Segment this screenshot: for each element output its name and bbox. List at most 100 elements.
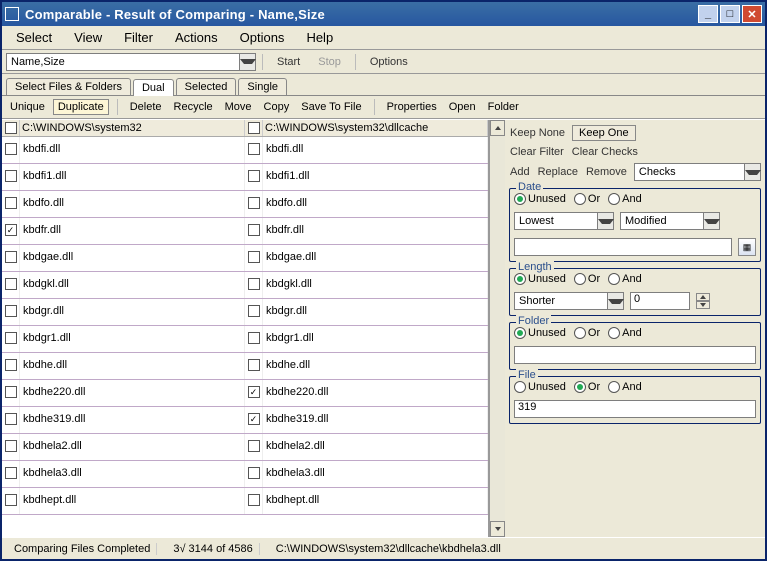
save-to-file-button[interactable]: Save To File: [297, 100, 365, 114]
replace-link[interactable]: Replace: [537, 165, 579, 179]
table-row[interactable]: kbdgr.dllkbdgr.dll: [2, 299, 488, 326]
row-left-file[interactable]: kbdhela3.dll: [20, 461, 245, 487]
row-check-left[interactable]: [2, 488, 20, 514]
move-button[interactable]: Move: [221, 100, 256, 114]
table-row[interactable]: kbdfi.dll kbdfi.dll: [2, 137, 488, 164]
row-check-left[interactable]: [2, 434, 20, 460]
table-row[interactable]: kbdhe.dllkbdhe.dll: [2, 353, 488, 380]
header-right-path[interactable]: C:\WINDOWS\system32\dllcache: [263, 120, 488, 136]
row-right-file[interactable]: kbdhe319.dll: [263, 407, 488, 433]
remove-link[interactable]: Remove: [585, 165, 628, 179]
start-button[interactable]: Start: [269, 54, 308, 70]
row-check-right[interactable]: [245, 434, 263, 460]
row-check-left[interactable]: [2, 299, 20, 325]
length-type-combo[interactable]: Shorter: [514, 292, 624, 310]
length-radio-and[interactable]: And: [608, 273, 642, 285]
folder-radio-unused[interactable]: Unused: [514, 327, 566, 339]
row-check-right[interactable]: [245, 461, 263, 487]
menu-actions[interactable]: Actions: [165, 28, 228, 47]
menu-select[interactable]: Select: [6, 28, 62, 47]
delete-button[interactable]: Delete: [126, 100, 166, 114]
folder-button[interactable]: Folder: [484, 100, 523, 114]
date-radio-and[interactable]: And: [608, 193, 642, 205]
file-input[interactable]: 319: [514, 400, 756, 418]
row-check-left[interactable]: [2, 245, 20, 271]
date-field-combo[interactable]: Modified: [620, 212, 720, 230]
row-right-file[interactable]: kbdgr.dll: [263, 299, 488, 325]
menu-help[interactable]: Help: [296, 28, 343, 47]
row-left-file[interactable]: kbdgae.dll: [20, 245, 245, 271]
row-check-left[interactable]: [2, 380, 20, 406]
table-row[interactable]: kbdgkl.dllkbdgkl.dll: [2, 272, 488, 299]
scroll-track[interactable]: [490, 136, 505, 521]
table-row[interactable]: kbdhela2.dllkbdhela2.dll: [2, 434, 488, 461]
scrollbar[interactable]: [489, 120, 505, 537]
table-row[interactable]: kbdhept.dllkbdhept.dll: [2, 488, 488, 515]
row-check-left[interactable]: [2, 164, 20, 190]
chevron-down-icon[interactable]: [597, 213, 613, 229]
clear-checks-link[interactable]: Clear Checks: [571, 145, 639, 159]
row-check-left[interactable]: [2, 191, 20, 217]
open-button[interactable]: Open: [445, 100, 480, 114]
date-input[interactable]: [514, 238, 732, 256]
table-row[interactable]: kbdgae.dll kbdgae.dll: [2, 245, 488, 272]
menu-view[interactable]: View: [64, 28, 112, 47]
row-right-file[interactable]: kbdfo.dll: [263, 191, 488, 217]
minimize-button[interactable]: _: [698, 5, 718, 23]
row-left-file[interactable]: kbdfo.dll: [20, 191, 245, 217]
row-left-file[interactable]: kbdgr1.dll: [20, 326, 245, 352]
tab-dual[interactable]: Dual: [133, 79, 174, 96]
length-value-input[interactable]: 0: [630, 292, 690, 310]
row-left-file[interactable]: kbdhela2.dll: [20, 434, 245, 460]
scroll-down-icon[interactable]: [490, 521, 505, 537]
row-check-left[interactable]: [2, 407, 20, 433]
chevron-down-icon[interactable]: [703, 213, 719, 229]
add-link[interactable]: Add: [509, 165, 531, 179]
row-check-right[interactable]: [245, 407, 263, 433]
row-right-file[interactable]: kbdhe220.dll: [263, 380, 488, 406]
row-check-left[interactable]: [2, 461, 20, 487]
table-row[interactable]: kbdhe220.dllkbdhe220.dll: [2, 380, 488, 407]
folder-radio-or[interactable]: Or: [574, 327, 600, 339]
chevron-down-icon[interactable]: [744, 164, 760, 180]
row-left-file[interactable]: kbdhept.dll: [20, 488, 245, 514]
row-check-right[interactable]: [245, 326, 263, 352]
row-left-file[interactable]: kbdhe.dll: [20, 353, 245, 379]
row-check-left[interactable]: [2, 353, 20, 379]
options-button[interactable]: Options: [362, 54, 416, 70]
chevron-down-icon[interactable]: [239, 54, 255, 70]
row-check-right[interactable]: [245, 488, 263, 514]
table-row[interactable]: kbdfr.dllkbdfr.dll: [2, 218, 488, 245]
row-check-right[interactable]: [245, 164, 263, 190]
chevron-down-icon[interactable]: [607, 293, 623, 309]
row-left-file[interactable]: kbdgkl.dll: [20, 272, 245, 298]
row-left-file[interactable]: kbdfi.dll: [20, 137, 245, 163]
keep-none-link[interactable]: Keep None: [509, 126, 566, 140]
row-right-file[interactable]: kbdgae.dll: [263, 245, 488, 271]
tab-single[interactable]: Single: [238, 78, 287, 95]
properties-button[interactable]: Properties: [383, 100, 441, 114]
maximize-button[interactable]: □: [720, 5, 740, 23]
recycle-button[interactable]: Recycle: [170, 100, 217, 114]
length-radio-or[interactable]: Or: [574, 273, 600, 285]
menu-options[interactable]: Options: [230, 28, 295, 47]
row-check-right[interactable]: [245, 353, 263, 379]
row-check-right[interactable]: [245, 191, 263, 217]
folder-input[interactable]: [514, 346, 756, 364]
row-right-file[interactable]: kbdgr1.dll: [263, 326, 488, 352]
file-radio-or[interactable]: Or: [574, 381, 600, 393]
clear-filter-link[interactable]: Clear Filter: [509, 145, 565, 159]
row-check-right[interactable]: [245, 272, 263, 298]
row-left-file[interactable]: kbdfi1.dll: [20, 164, 245, 190]
row-check-left[interactable]: [2, 326, 20, 352]
row-left-file[interactable]: kbdfr.dll: [20, 218, 245, 244]
row-check-right[interactable]: [245, 218, 263, 244]
copy-button[interactable]: Copy: [260, 100, 294, 114]
tab-select-files[interactable]: Select Files & Folders: [6, 78, 131, 95]
row-right-file[interactable]: kbdhela3.dll: [263, 461, 488, 487]
header-check-left[interactable]: [2, 120, 20, 136]
row-check-left[interactable]: [2, 218, 20, 244]
table-row[interactable]: kbdfi1.dllkbdfi1.dll: [2, 164, 488, 191]
row-left-file[interactable]: kbdhe319.dll: [20, 407, 245, 433]
row-right-file[interactable]: kbdfi.dll: [263, 137, 488, 163]
